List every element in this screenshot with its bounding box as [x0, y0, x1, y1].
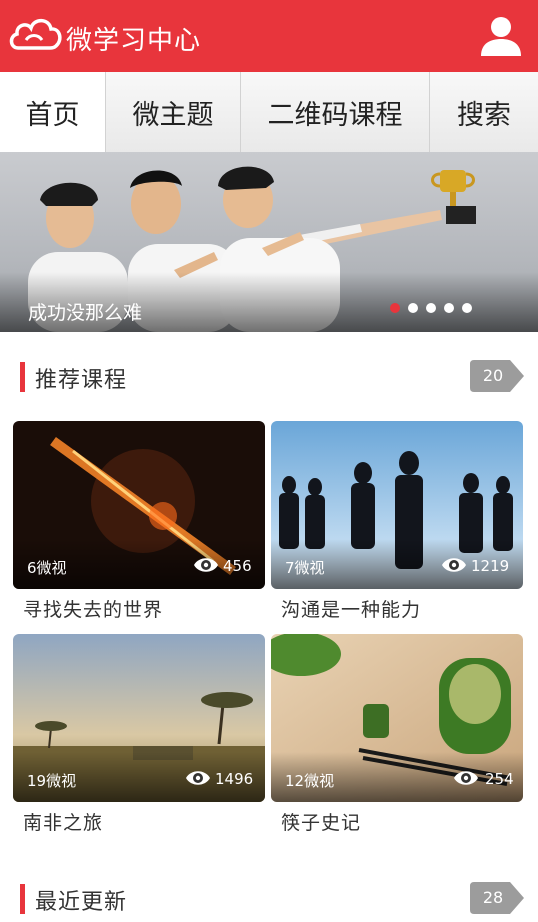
- tab-search[interactable]: 搜索: [430, 72, 538, 152]
- carousel-dot[interactable]: [408, 303, 418, 313]
- app-header: 微学习中心: [0, 0, 538, 72]
- recent-count-badge[interactable]: 28: [470, 882, 524, 914]
- course-thumbnail: 12微视 254: [271, 634, 523, 802]
- banner-caption: 成功没那么难: [28, 302, 143, 324]
- view-count: 1496: [215, 770, 254, 788]
- main-tabs: 首页 微主题 二维码课程 搜索: [0, 72, 538, 152]
- recommended-section-header: 推荐课程 20: [0, 358, 538, 398]
- eye-icon: [194, 558, 218, 572]
- view-count: 1219: [471, 557, 510, 575]
- course-thumbnail: 6微视 456: [13, 421, 265, 589]
- tab-qrcode-courses[interactable]: 二维码课程: [241, 72, 430, 152]
- recommended-count-badge[interactable]: 20: [470, 360, 524, 392]
- section-title: 最近更新: [35, 890, 128, 915]
- app-title: 微学习中心: [66, 26, 202, 56]
- video-count: 12微视: [285, 772, 335, 790]
- count-value: 28: [482, 888, 504, 907]
- course-card[interactable]: 19微视 1496 南非之旅: [13, 634, 265, 844]
- section-title: 推荐课程: [35, 368, 128, 393]
- carousel-dot[interactable]: [390, 303, 400, 313]
- course-title: 南非之旅: [23, 812, 104, 834]
- course-card[interactable]: 12微视 254 筷子史记: [271, 634, 523, 844]
- user-icon[interactable]: [478, 12, 524, 58]
- view-count: 456: [223, 557, 252, 575]
- course-thumbnail: 19微视 1496: [13, 634, 265, 802]
- video-count: 6微视: [27, 559, 67, 577]
- carousel-indicator: [390, 303, 472, 313]
- course-title: 筷子史记: [281, 812, 362, 834]
- course-title: 寻找失去的世界: [23, 599, 164, 621]
- carousel-dot[interactable]: [462, 303, 472, 313]
- course-card[interactable]: 7微视 1219 沟通是一种能力: [271, 421, 523, 631]
- video-count: 7微视: [285, 559, 325, 577]
- recent-section-header: 最近更新 28: [0, 880, 538, 920]
- tab-topics[interactable]: 微主题: [106, 72, 241, 152]
- eye-icon: [186, 771, 210, 785]
- course-title: 沟通是一种能力: [281, 599, 422, 621]
- section-marker: [20, 884, 25, 914]
- banner-carousel[interactable]: 成功没那么难: [0, 152, 538, 332]
- course-thumbnail: 7微视 1219: [271, 421, 523, 589]
- carousel-dot[interactable]: [426, 303, 436, 313]
- eye-icon: [442, 558, 466, 572]
- course-card[interactable]: 6微视 456 寻找失去的世界: [13, 421, 265, 631]
- carousel-dot[interactable]: [444, 303, 454, 313]
- count-value: 20: [482, 366, 504, 385]
- video-count: 19微视: [27, 772, 77, 790]
- tab-home[interactable]: 首页: [0, 72, 106, 152]
- eye-icon: [454, 771, 478, 785]
- section-marker: [20, 362, 25, 392]
- view-count: 254: [485, 770, 514, 788]
- cloud-logo-icon: [9, 18, 62, 50]
